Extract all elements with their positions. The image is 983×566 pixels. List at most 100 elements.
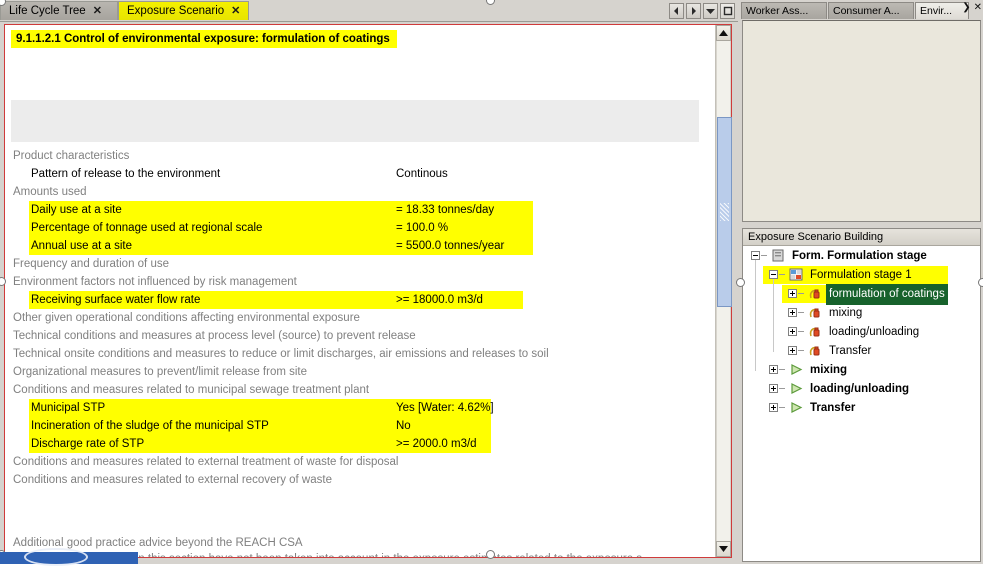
close-icon[interactable]: ✕ <box>231 2 240 21</box>
page-title: 9.1.1.2.1 Control of environmental expos… <box>11 30 397 48</box>
row-label: Percentage of tonnage used at regional s… <box>31 222 263 234</box>
scrollbar-track[interactable] <box>716 41 732 541</box>
prev-tab-button[interactable] <box>669 2 684 19</box>
tree-node-label[interactable]: Form. Formulation stage <box>789 246 930 267</box>
tree-node[interactable]: formulation of coatings <box>743 284 980 305</box>
resize-handle-bottom[interactable] <box>486 550 495 559</box>
expand-icon[interactable] <box>769 365 778 374</box>
tree-connector-dash <box>779 407 785 408</box>
taskbar-peek <box>0 548 138 566</box>
tab-life-cycle-tree[interactable]: Life Cycle Tree ✕ <box>0 1 118 20</box>
property-row[interactable]: Incineration of the sludge of the munici… <box>5 417 714 435</box>
row-label: Discharge rate of STP <box>31 438 145 450</box>
collapse-icon[interactable] <box>751 251 760 260</box>
property-row[interactable]: Percentage of tonnage used at regional s… <box>5 219 714 237</box>
property-row[interactable]: Municipal STP Yes [Water: 4.62%] <box>5 399 714 417</box>
tree-node[interactable]: mixing <box>743 360 980 379</box>
row-label: Receiving surface water flow rate <box>31 294 201 306</box>
row-value: = 100.0 % <box>396 222 449 234</box>
next-tab-button[interactable] <box>686 2 701 19</box>
tree-node-label[interactable]: loading/unloading <box>807 379 912 400</box>
row-label: Environment factors not influenced by ri… <box>13 276 297 288</box>
row-label: Technical onsite conditions and measures… <box>13 348 549 360</box>
document-content: 9.1.1.2.1 Control of environmental expos… <box>5 25 714 557</box>
tree-node-label[interactable]: Transfer <box>826 341 874 362</box>
section-header-row[interactable]: Product characteristics <box>5 147 714 165</box>
row-label: Amounts used <box>13 186 87 198</box>
expand-icon[interactable] <box>788 327 797 336</box>
exposure-scenario-tree-panel: Exposure Scenario Building Form. Formula… <box>742 228 981 562</box>
tree-node[interactable]: Formulation stage 1 <box>743 265 980 284</box>
tree-node-label[interactable]: loading/unloading <box>826 322 922 343</box>
tree-node[interactable]: loading/unloading <box>743 379 980 398</box>
row-label: Technical conditions and measures at pro… <box>13 330 416 342</box>
tree-node-label[interactable]: formulation of coatings <box>826 284 948 305</box>
tree-node[interactable]: loading/unloading <box>743 322 980 341</box>
tree-connector-dash <box>779 369 785 370</box>
expand-icon[interactable] <box>769 384 778 393</box>
property-row[interactable]: Daily use at a site = 18.33 tonnes/day <box>5 201 714 219</box>
right-tab-1[interactable]: Consumer A... <box>828 2 914 19</box>
section-header-row[interactable]: Amounts used <box>5 183 714 201</box>
tab-exposure-scenario[interactable]: Exposure Scenario ✕ <box>118 1 249 20</box>
tree-node-label[interactable]: mixing <box>807 360 850 381</box>
row-label: Conditions and measures related to exter… <box>13 474 332 486</box>
section-header-row[interactable]: Conditions and measures related to exter… <box>5 453 714 471</box>
scrollbar-thumb[interactable] <box>717 117 732 307</box>
tree-node-label[interactable]: Formulation stage 1 <box>807 265 915 286</box>
section-header-row[interactable]: Organizational measures to prevent/limit… <box>5 363 714 381</box>
triangle-icon <box>789 401 803 414</box>
tab-list-dropdown-button[interactable] <box>703 2 718 19</box>
section-header-row[interactable]: Technical onsite conditions and measures… <box>5 345 714 363</box>
tree-node[interactable]: mixing <box>743 303 980 322</box>
spray-icon <box>808 325 822 338</box>
scroll-up-arrow[interactable] <box>716 25 731 41</box>
row-label: Pattern of release to the environment <box>31 168 221 180</box>
section-header-row[interactable]: Other given operational conditions affec… <box>5 309 714 327</box>
row-value: Yes [Water: 4.62%] <box>396 402 494 414</box>
resize-handle-right-left[interactable] <box>736 278 745 287</box>
tree-node-label[interactable]: Transfer <box>807 398 858 419</box>
right-tab-2[interactable]: Envir... <box>915 2 969 19</box>
close-icon[interactable]: ✕ <box>974 3 982 13</box>
maximize-panel-button[interactable] <box>720 2 735 19</box>
section-header-row[interactable]: Conditions and measures related to munic… <box>5 381 714 399</box>
expand-icon[interactable] <box>788 346 797 355</box>
section-header-row[interactable]: Frequency and duration of use <box>5 255 714 273</box>
tab-overflow-icon[interactable]: ❯ <box>962 3 970 13</box>
row-value: Continous <box>396 168 448 180</box>
section-header-row[interactable]: Technical conditions and measures at pro… <box>5 327 714 345</box>
resize-handle-right[interactable] <box>978 278 983 287</box>
property-row[interactable]: Pattern of release to the environment Con… <box>5 165 714 183</box>
tab-label: Life Cycle Tree <box>9 5 86 17</box>
section-header-row[interactable]: Environment factors not influenced by ri… <box>5 273 714 291</box>
document-vertical-scrollbar[interactable] <box>715 25 732 557</box>
triangle-icon <box>789 363 803 376</box>
document-icon <box>771 249 785 262</box>
expand-icon[interactable] <box>788 289 797 298</box>
tree-node-label[interactable]: mixing <box>826 303 865 324</box>
scrollbar-grip <box>720 203 729 221</box>
property-row[interactable]: Annual use at a site = 5500.0 tonnes/year <box>5 237 714 255</box>
tree-connector-dash <box>761 255 767 256</box>
property-row[interactable]: Discharge rate of STP >= 2000.0 m3/d <box>5 435 714 453</box>
property-row[interactable]: Receiving surface water flow rate >= 1800… <box>5 291 714 309</box>
expand-icon[interactable] <box>769 403 778 412</box>
expand-icon[interactable] <box>788 308 797 317</box>
scroll-down-arrow[interactable] <box>716 541 731 557</box>
close-icon[interactable]: ✕ <box>93 2 102 21</box>
row-label: Conditions and measures related to exter… <box>13 456 399 468</box>
row-label: Product characteristics <box>13 150 130 162</box>
tree-node[interactable]: Transfer <box>743 341 980 360</box>
row-label: Frequency and duration of use <box>13 258 169 270</box>
right-tab-0[interactable]: Worker Ass... <box>741 2 827 19</box>
tab-navigation-group <box>669 2 735 19</box>
tree-body: Form. Formulation stage Formulation stage… <box>743 246 980 561</box>
row-label: Annual use at a site <box>31 240 133 252</box>
section-header-row[interactable]: Conditions and measures related to exter… <box>5 471 714 489</box>
collapse-icon[interactable] <box>769 270 778 279</box>
row-value: No <box>396 420 411 432</box>
tree-node[interactable]: Form. Formulation stage <box>743 246 980 265</box>
row-value: = 5500.0 tonnes/year <box>396 240 505 252</box>
tree-node[interactable]: Transfer <box>743 398 980 417</box>
